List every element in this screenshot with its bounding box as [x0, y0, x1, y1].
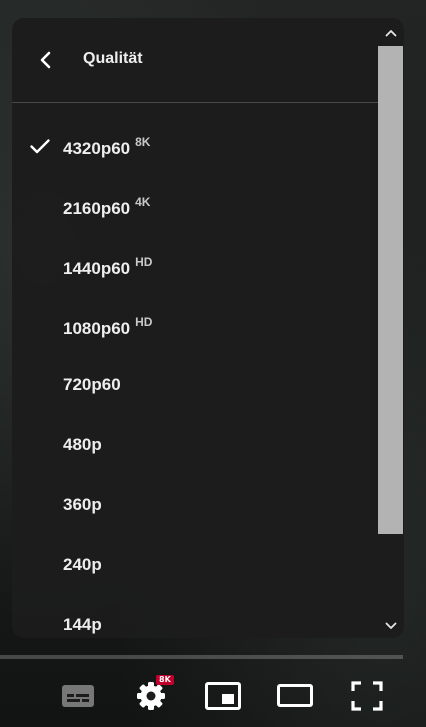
quality-menu-panel: Qualität 4320p60 8K 2160p60 4K 1440p60 HD 1080…: [12, 18, 404, 638]
quality-option[interactable]: 480p: [12, 416, 378, 476]
quality-option[interactable]: 4320p60 8K: [12, 116, 378, 176]
quality-resolution-text: 4320p60: [63, 139, 131, 158]
scroll-down-button[interactable]: [383, 618, 399, 634]
menu-title: Qualität: [83, 50, 143, 67]
quality-options-list: 4320p60 8K 2160p60 4K 1440p60 HD 1080p60 HD 720p…: [12, 116, 378, 638]
settings-button[interactable]: 8K: [134, 675, 174, 713]
scroll-thumb[interactable]: [378, 46, 403, 534]
quality-resolution-text: 240p: [63, 555, 102, 574]
quality-option-label: 2160p60 4K: [63, 195, 150, 219]
settings-quality-badge: 8K: [156, 675, 174, 685]
quality-option-label: 480p: [63, 435, 102, 455]
quality-option-label: 4320p60 8K: [63, 135, 150, 159]
scrollbar[interactable]: [378, 18, 404, 638]
theater-mode-button[interactable]: [276, 682, 314, 710]
subtitles-button[interactable]: [60, 681, 96, 711]
quality-option[interactable]: 720p60: [12, 356, 378, 416]
quality-resolution-text: 360p: [63, 495, 102, 514]
quality-option-label: 360p: [63, 495, 102, 515]
progress-bar[interactable]: [0, 655, 403, 659]
quality-badge: HD: [135, 255, 153, 269]
quality-resolution-text: 720p60: [63, 375, 121, 394]
fullscreen-icon: [351, 681, 383, 711]
miniplayer-button[interactable]: [204, 680, 242, 712]
quality-option-label: 1440p60 HD: [63, 255, 152, 279]
quality-menu-header: Qualität: [12, 18, 378, 103]
theater-mode-icon: [277, 684, 313, 707]
miniplayer-icon: [205, 682, 241, 710]
player-controls: 8K: [0, 664, 426, 727]
quality-badge: 4K: [135, 195, 151, 209]
scroll-up-button[interactable]: [383, 25, 399, 41]
quality-option[interactable]: 1440p60 HD: [12, 236, 378, 296]
quality-option[interactable]: 360p: [12, 476, 378, 536]
quality-option-label: 720p60: [63, 375, 121, 395]
quality-option-label: 240p: [63, 555, 102, 575]
quality-option[interactable]: 144p: [12, 596, 378, 638]
quality-resolution-text: 144p: [63, 615, 102, 634]
quality-resolution-text: 480p: [63, 435, 102, 454]
quality-badge: 8K: [135, 135, 151, 149]
fullscreen-button[interactable]: [350, 680, 384, 712]
chevron-left-icon: [40, 51, 51, 69]
quality-option[interactable]: 240p: [12, 536, 378, 596]
quality-option[interactable]: 2160p60 4K: [12, 176, 378, 236]
subtitles-icon: [62, 685, 94, 707]
chevron-up-icon: [385, 30, 397, 37]
chevron-down-icon: [385, 622, 397, 629]
checkmark-icon: [30, 139, 50, 154]
quality-resolution-text: 2160p60: [63, 199, 131, 218]
quality-badge: HD: [135, 315, 153, 329]
quality-option[interactable]: 1080p60 HD: [12, 296, 378, 356]
quality-option-label: 144p: [63, 615, 102, 635]
quality-resolution-text: 1440p60: [63, 259, 131, 278]
quality-resolution-text: 1080p60: [63, 319, 131, 338]
back-button[interactable]: [34, 48, 58, 72]
quality-option-label: 1080p60 HD: [63, 315, 152, 339]
